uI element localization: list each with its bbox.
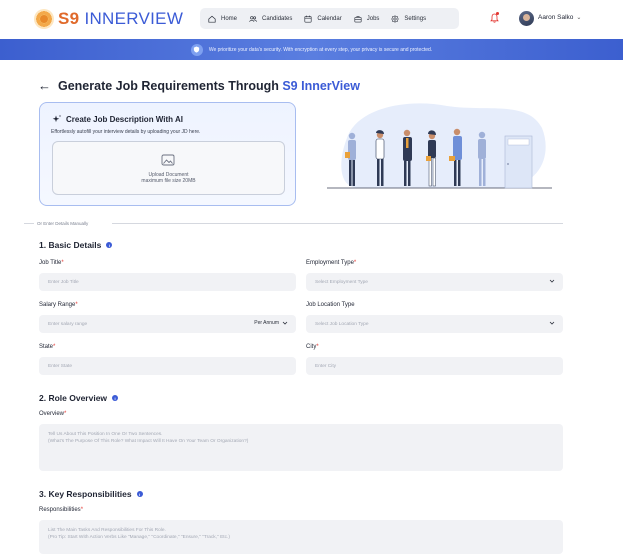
info-icon[interactable]: i [136, 491, 143, 497]
job-title-label-text: Job Title [39, 260, 62, 266]
key-responsibilities-title: 3. Key Responsibilities [39, 489, 132, 499]
basic-details-heading: 1. Basic Details i [39, 240, 113, 250]
notification-bell-icon[interactable] [490, 12, 499, 23]
nav-item-settings[interactable]: Settings [391, 14, 427, 23]
ai-card-title-text: Create Job Description With AI [66, 114, 183, 124]
required-marker: * [80, 507, 84, 513]
nav-item-settings-label: Settings [404, 15, 427, 22]
responsibilities-textarea[interactable]: List The Main Tasks And Responsibilities… [39, 520, 563, 554]
required-marker: * [353, 260, 357, 266]
responsibilities-placeholder-line2: (Pro Tip: Start With Action Verbs Like "… [48, 534, 230, 540]
employment-type-label-text: Employment Type [306, 260, 354, 266]
overview-textarea[interactable]: Tell Us About This Position In One Or Tw… [39, 424, 563, 471]
user-avatar[interactable] [519, 11, 534, 26]
back-arrow-icon[interactable]: ← [38, 79, 51, 92]
state-placeholder: Enter State [48, 363, 72, 369]
nav-item-candidates-label: Candidates [262, 15, 293, 22]
salary-range-label: Salary Range* [39, 302, 78, 308]
job-title-input[interactable]: Enter Job Title [39, 273, 296, 291]
chevron-down-icon [549, 320, 555, 326]
responsibilities-label: Responsibilities* [39, 507, 83, 513]
logo-name-text: INNERVIEW [84, 9, 184, 28]
info-icon[interactable]: i [112, 395, 119, 401]
calendar-icon [304, 15, 312, 23]
sparkle-icon [52, 114, 62, 124]
salary-period-value: Per Annum [254, 320, 279, 326]
job-location-type-label: Job Location Type [306, 302, 355, 308]
nav-item-calendar-label: Calendar [317, 15, 342, 22]
divider-line-left [24, 223, 34, 224]
shield-icon [190, 43, 203, 56]
gear-icon [391, 14, 400, 23]
users-icon [249, 15, 257, 23]
security-banner-text: We prioritize your data's security. With… [208, 46, 433, 53]
overview-label-text: Overview [39, 411, 65, 417]
manual-entry-divider: Or Enter Details Manually [37, 221, 89, 226]
job-title-label: Job Title* [39, 260, 64, 266]
job-location-type-placeholder: Select Job Location Type [315, 321, 369, 327]
job-location-type-label-text: Job Location Type [306, 302, 355, 308]
logo-s9-text: S9 [58, 9, 80, 28]
overview-placeholder-line2: (What's The Purpose Of This Role? What I… [48, 438, 249, 444]
nav-item-home-label: Home [221, 15, 238, 22]
upload-document-dropzone[interactable]: Upload Document maximum file size 20MB [52, 141, 285, 195]
state-input[interactable]: Enter State [39, 357, 296, 375]
salary-range-placeholder: Enter salary range [48, 321, 88, 327]
role-overview-title: 2. Role Overview [39, 393, 108, 403]
required-marker: * [53, 344, 56, 350]
nav-item-calendar[interactable]: Calendar [304, 15, 342, 23]
required-marker: * [61, 260, 64, 266]
city-label: City* [306, 344, 319, 350]
required-marker: * [75, 302, 78, 308]
job-location-type-select[interactable]: Select Job Location Type [306, 315, 563, 333]
info-icon[interactable]: i [106, 242, 113, 248]
basic-details-title: 1. Basic Details [39, 240, 102, 250]
top-navigation-bar: S9 INNERVIEW Home Candidates Calendar Jo… [0, 0, 623, 38]
divider-line-right [112, 223, 563, 224]
employment-type-select[interactable]: Select Employment Type [306, 273, 563, 291]
page-title: Generate Job Requirements Through S9 Inn… [58, 79, 360, 93]
notification-dot [496, 12, 499, 15]
security-banner: We prioritize your data's security. With… [0, 39, 623, 60]
employment-type-placeholder: Select Employment Type [315, 279, 368, 285]
chevron-down-icon [282, 320, 288, 326]
required-marker: * [64, 411, 67, 417]
employment-type-label: Employment Type* [306, 260, 356, 266]
nav-item-home[interactable]: Home [208, 15, 237, 23]
user-name: Aaron Salko [538, 14, 574, 21]
image-upload-icon [161, 154, 175, 166]
app-logo[interactable]: S9 INNERVIEW [34, 9, 183, 29]
upload-size-hint: maximum file size 20MB [141, 178, 196, 184]
state-label-text: State [39, 344, 54, 350]
overview-label: Overview* [39, 411, 66, 417]
chevron-down-icon [549, 278, 555, 284]
salary-period-select[interactable]: Per Annum [254, 320, 288, 326]
key-responsibilities-heading: 3. Key Responsibilities i [39, 489, 143, 499]
page-title-brand: S9 InnerView [282, 79, 360, 93]
main-nav: Home Candidates Calendar Jobs Settings [200, 8, 459, 29]
chevron-down-icon: ⌄ [576, 15, 582, 21]
ai-job-description-card: Create Job Description With AI Effortles… [39, 102, 296, 206]
job-title-placeholder: Enter Job Title [48, 279, 79, 285]
user-menu[interactable]: Aaron Salko ⌄ [538, 14, 581, 21]
required-marker: * [316, 344, 319, 350]
nav-item-jobs-label: Jobs [366, 15, 380, 22]
nav-item-jobs[interactable]: Jobs [354, 15, 380, 23]
ai-card-subtitle: Effortlessly autofill your interview det… [51, 129, 201, 135]
salary-range-label-text: Salary Range [39, 302, 76, 308]
logo-mark-icon [34, 9, 54, 29]
city-input[interactable]: Enter City [306, 357, 563, 375]
role-overview-heading: 2. Role Overview i [39, 393, 119, 403]
city-placeholder: Enter City [315, 363, 337, 369]
nav-item-candidates[interactable]: Candidates [249, 15, 292, 23]
city-label-text: City [306, 344, 317, 350]
state-label: State* [39, 344, 55, 350]
responsibilities-label-text: Responsibilities [39, 507, 81, 513]
page-title-prefix: Generate Job Requirements Through [58, 79, 283, 93]
home-icon [208, 15, 216, 23]
salary-range-input[interactable]: Enter salary range Per Annum [39, 315, 296, 333]
people-queue-illustration [327, 98, 552, 190]
briefcase-icon [354, 15, 362, 23]
ai-card-title: Create Job Description With AI [52, 114, 183, 124]
